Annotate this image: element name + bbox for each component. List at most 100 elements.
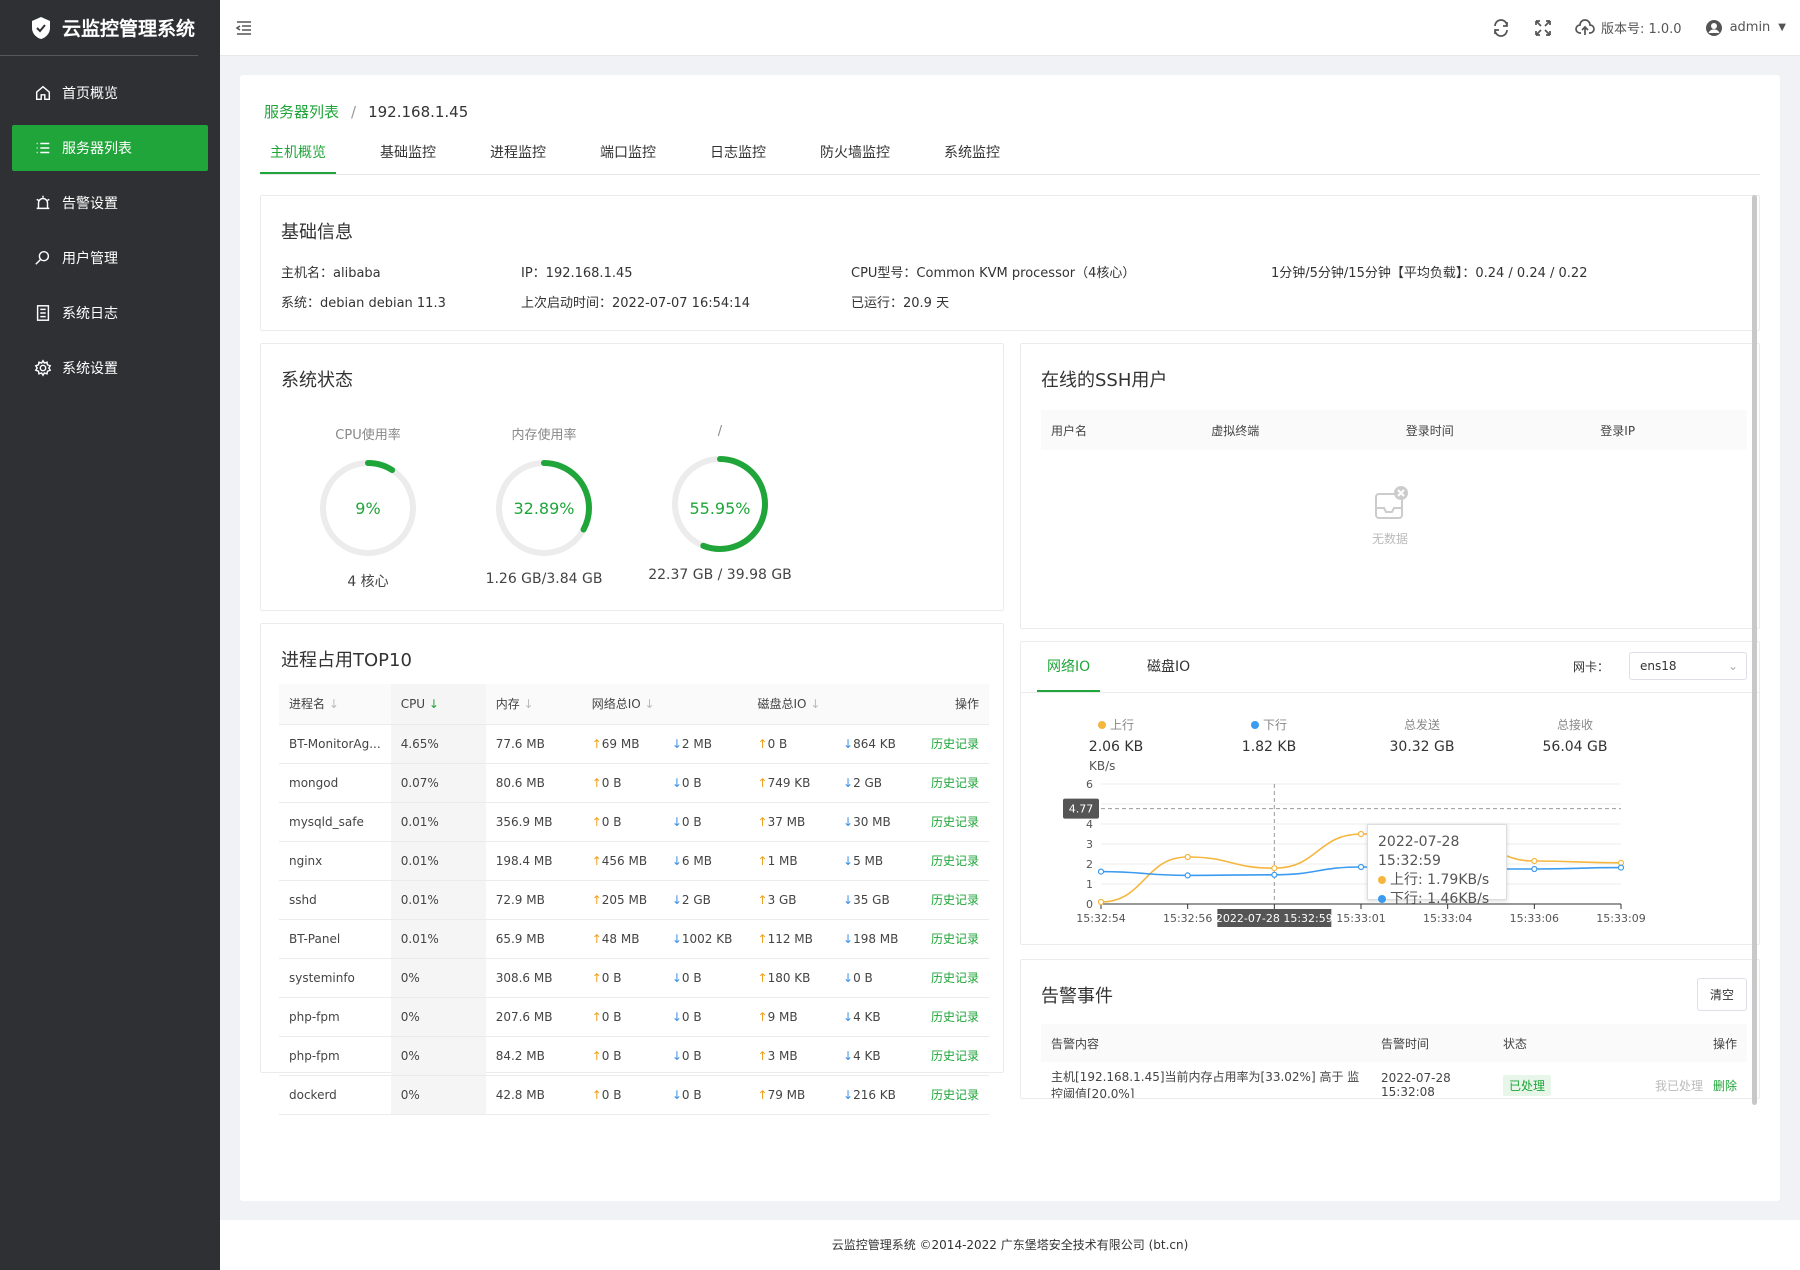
proc-net-up: ↑48 MB [581, 919, 662, 959]
tooltip-time: 2022-07-28 15:32:59 [1378, 834, 1460, 869]
history-link[interactable]: 历史记录 [931, 932, 979, 946]
col-mem[interactable]: 内存 ↓ [485, 684, 582, 725]
history-link[interactable]: 历史记录 [931, 1010, 979, 1024]
history-link[interactable]: 历史记录 [931, 776, 979, 790]
y-tick-label: 1 [1086, 878, 1093, 891]
data-point [1097, 868, 1105, 875]
proc-disk-down: ↓4 KB [833, 997, 919, 1037]
sidebar-item-servers[interactable]: 服务器列表 [12, 125, 208, 171]
disk-up-value: 0 B [767, 736, 788, 751]
disk-down-value: 4 KB [853, 1048, 881, 1063]
version-info[interactable]: 版本号: 1.0.0 [1575, 18, 1682, 38]
arrow-up-icon: ↑ [591, 853, 602, 868]
fullscreen-button[interactable] [1533, 18, 1553, 38]
arrow-down-icon: ↓ [843, 736, 854, 751]
table-row: mysqld_safe 0.01% 356.9 MB ↑0 B ↓0 B ↑37 MB ↓3… [279, 802, 989, 842]
delete-alert-link[interactable]: 删除 [1713, 1079, 1737, 1093]
mark-handled-link[interactable]: 我已处理 [1655, 1079, 1703, 1093]
data-point [1357, 830, 1365, 838]
col-op: 操作 [918, 684, 989, 725]
history-link[interactable]: 历史记录 [931, 893, 979, 907]
sidebar-item-home[interactable]: 首页概览 [12, 70, 208, 116]
refresh-button[interactable] [1491, 18, 1511, 38]
arrow-up-icon: ↑ [591, 892, 602, 907]
net-down-value: 0 B [681, 1048, 702, 1063]
history-link[interactable]: 历史记录 [931, 1049, 979, 1063]
history-link[interactable]: 历史记录 [931, 815, 979, 829]
tab-host-overview[interactable]: 主机概览 [260, 131, 336, 174]
username: admin [1729, 20, 1771, 35]
history-link[interactable]: 历史记录 [931, 971, 979, 985]
proc-net-up: ↑205 MB [581, 880, 662, 920]
monitor-tabs: 主机概览 基础监控 进程监控 端口监控 日志监控 防火墙监控 系统监控 [260, 131, 1760, 175]
sidebar-item-label: 告警设置 [62, 196, 118, 212]
sidebar-item-label: 服务器列表 [62, 141, 132, 157]
clear-alerts-button[interactable]: 清空 [1696, 978, 1747, 1011]
sidebar-item-alarm[interactable]: 告警设置 [12, 180, 208, 226]
proc-net-up: ↑0 B [581, 1075, 662, 1115]
gauge-sub: 1.26 GB/3.84 GB [485, 571, 603, 587]
proc-disk-up: ↑112 MB [747, 919, 833, 959]
proc-cpu: 0% [390, 1075, 486, 1115]
gauge-label: 内存使用率 [511, 428, 577, 443]
tab-process-monitor[interactable]: 进程监控 [480, 131, 556, 174]
user-menu[interactable]: admin ▼ [1704, 18, 1786, 38]
list-icon [36, 142, 50, 154]
table-row: php-fpm 0% 207.6 MB ↑0 B ↓0 B ↑9 MB ↓4 KB 历史记录 [279, 997, 989, 1037]
ssh-table-wrap: 用户名 虚拟终端 登录时间 登录IP [1041, 410, 1747, 450]
panel-scrollbar[interactable] [1752, 195, 1757, 1105]
data-point [1184, 872, 1191, 879]
disk-up-value: 79 MB [767, 1087, 806, 1102]
col-disk-label: 磁盘总IO [757, 697, 807, 712]
sidebar-item-settings[interactable]: 系统设置 [12, 345, 208, 391]
ssh-col-user: 用户名 [1041, 410, 1202, 450]
arrow-up-icon: ↑ [591, 736, 602, 751]
proc-disk-down: ↓864 KB [833, 724, 919, 764]
tab-basic-monitor[interactable]: 基础监控 [370, 131, 446, 174]
disk-up-value: 1 MB [767, 853, 798, 868]
alert-row: 主机[192.168.1.45]当前内存占用率为[33.02%] 高于 监控阈值… [1041, 1062, 1747, 1098]
breadcrumb: 服务器列表 / 192.168.1.45 [264, 101, 468, 122]
system-status-title: 系统状态 [281, 370, 353, 391]
chart-tooltip: 2022-07-28 15:32:59 上行: 1.79KB/s 下行: 1.4… [1367, 824, 1507, 907]
arrow-down-icon: ↓ [843, 775, 854, 790]
arrow-down-icon: ↓ [843, 1048, 854, 1063]
data-point [1357, 863, 1365, 871]
collapse-menu-icon[interactable] [234, 18, 254, 38]
table-row: sshd 0.01% 72.9 MB ↑205 MB ↓2 GB ↑3 GB ↓35 GB 历… [279, 880, 989, 920]
tab-port-monitor[interactable]: 端口监控 [590, 131, 666, 174]
cpu-gauge: CPU使用率 9% 4 核心 [288, 424, 448, 591]
alert-col-time: 告警时间 [1371, 1024, 1493, 1062]
col-cpu[interactable]: CPU ↓ [390, 684, 486, 725]
arrow-up-icon: ↑ [591, 1009, 602, 1024]
proc-disk-up: ↑3 GB [747, 880, 833, 920]
proc-disk-down: ↓198 MB [833, 919, 919, 959]
breadcrumb-servers-link[interactable]: 服务器列表 [264, 103, 339, 121]
proc-disk-down: ↓30 MB [833, 802, 919, 842]
tab-log-monitor[interactable]: 日志监控 [700, 131, 776, 174]
col-net[interactable]: 网络总IO ↓ [581, 684, 748, 725]
data-point [1531, 857, 1538, 865]
tab-system-monitor[interactable]: 系统监控 [934, 131, 1010, 174]
hostname: 主机名：alibaba [281, 266, 381, 281]
tab-firewall-monitor[interactable]: 防火墙监控 [810, 131, 900, 174]
history-link[interactable]: 历史记录 [931, 737, 979, 751]
history-link[interactable]: 历史记录 [931, 1088, 979, 1102]
sort-icon: ↓ [523, 697, 534, 712]
ssh-col-time: 登录时间 [1395, 410, 1591, 450]
app-logo[interactable]: 云监控管理系统 [0, 0, 198, 56]
sidebar-item-users[interactable]: 用户管理 [12, 235, 208, 281]
proc-mem: 80.6 MB [485, 763, 582, 803]
disk-down-value: 0 B [853, 970, 873, 985]
disk-down-value: 35 GB [853, 892, 890, 907]
history-link[interactable]: 历史记录 [931, 854, 979, 868]
sidebar-item-logs[interactable]: 系统日志 [12, 290, 208, 336]
arrow-down-icon: ↓ [671, 931, 682, 946]
basic-info-title: 基础信息 [281, 222, 353, 243]
proc-disk-down: ↓2 GB [833, 763, 919, 803]
arrow-up-icon: ↑ [757, 775, 768, 790]
col-name[interactable]: 进程名 ↓ [279, 684, 391, 725]
proc-net-down: ↓0 B [661, 763, 748, 803]
proc-disk-up: ↑749 KB [747, 763, 833, 803]
col-disk[interactable]: 磁盘总IO ↓ [747, 684, 919, 725]
